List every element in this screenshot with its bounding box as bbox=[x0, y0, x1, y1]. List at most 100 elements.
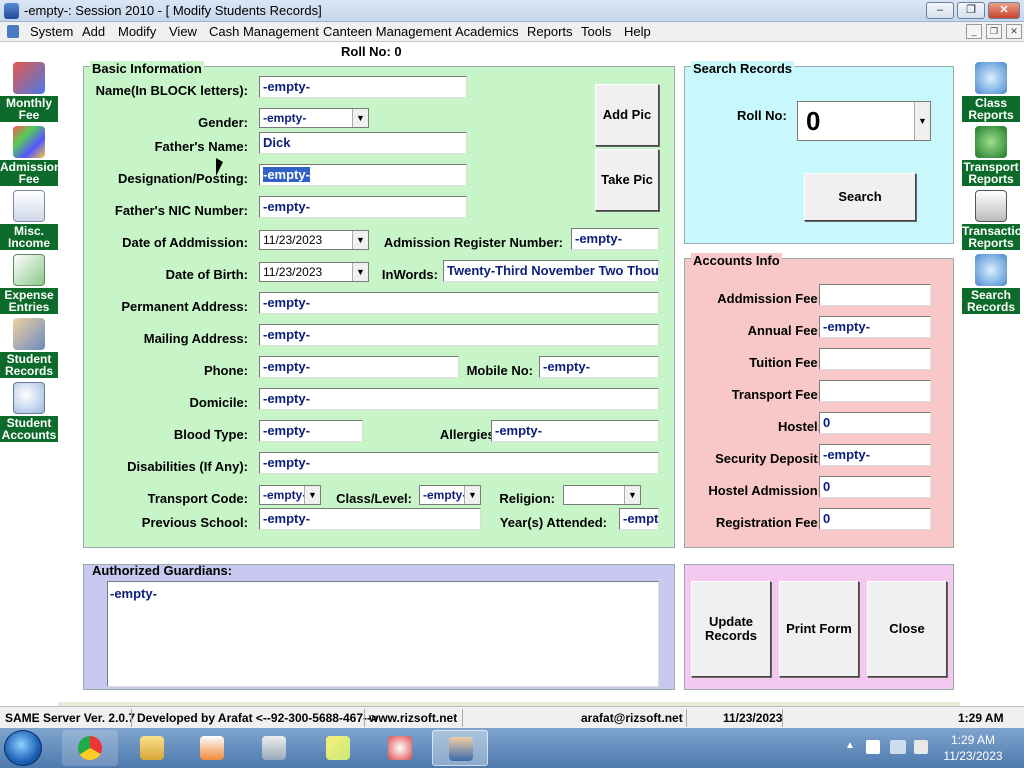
sidebar-student-records[interactable]: Student Records bbox=[0, 316, 58, 378]
menu-cash-management[interactable]: Cash Management bbox=[209, 24, 319, 39]
minimize-button[interactable]: – bbox=[926, 2, 954, 19]
allergies-field[interactable]: -empty- bbox=[491, 420, 659, 442]
sidebar-label: Transaction Reports bbox=[962, 224, 1020, 250]
menu-academics[interactable]: Academics bbox=[455, 24, 519, 39]
hostel-admission-field[interactable]: 0 bbox=[819, 476, 931, 498]
close-window-button[interactable]: ✕ bbox=[988, 2, 1020, 19]
sidebar-label: Class Reports bbox=[962, 96, 1020, 122]
user-chat-icon bbox=[975, 62, 1007, 94]
registration-fee-field[interactable]: 0 bbox=[819, 508, 931, 530]
chevron-down-icon[interactable]: ▼ bbox=[914, 102, 930, 140]
print-form-button[interactable]: Print Form bbox=[779, 581, 859, 677]
guardians-textarea[interactable]: -empty- bbox=[107, 581, 659, 687]
sidebar-search-records[interactable]: Search Records bbox=[962, 252, 1020, 314]
search-button[interactable]: Search bbox=[804, 173, 916, 221]
clock-date: 11/23/2023 bbox=[943, 749, 1003, 763]
blood-type-field[interactable]: -empty- bbox=[259, 420, 363, 442]
taskbar-notes[interactable] bbox=[310, 730, 366, 766]
admission-fee-field[interactable] bbox=[819, 284, 931, 306]
date-of-admission-picker[interactable]: 11/23/2023 ▼ bbox=[259, 230, 369, 250]
menu-help[interactable]: Help bbox=[624, 24, 651, 39]
hostel-admission-label: Hostel Admission: bbox=[708, 483, 822, 498]
chevron-down-icon[interactable]: ▼ bbox=[304, 486, 320, 504]
previous-school-field[interactable]: -empty- bbox=[259, 508, 481, 530]
permanent-address-field[interactable]: -empty- bbox=[259, 292, 659, 314]
menu-modify[interactable]: Modify bbox=[118, 24, 156, 39]
tray-network-icon[interactable] bbox=[890, 740, 906, 754]
annual-fee-field[interactable]: -empty- bbox=[819, 316, 931, 338]
taskbar-media[interactable] bbox=[184, 730, 240, 766]
taskbar-clock[interactable]: 1:29 AM 11/23/2023 bbox=[942, 732, 1004, 764]
maximize-button[interactable]: ❐ bbox=[957, 2, 985, 19]
start-button[interactable] bbox=[4, 730, 42, 766]
registration-fee-label: Registration Fee: bbox=[715, 515, 822, 530]
sidebar-misc-income[interactable]: Misc. Income bbox=[0, 188, 58, 250]
sidebar-monthly-fee[interactable]: Monthly Fee bbox=[0, 60, 58, 122]
inwords-field[interactable]: Twenty-Third November Two Thousand Twent… bbox=[443, 260, 659, 282]
app-icon bbox=[4, 3, 19, 19]
transport-fee-field[interactable] bbox=[819, 380, 931, 402]
gender-label: Gender: bbox=[198, 115, 248, 130]
name-field[interactable]: -empty- bbox=[259, 76, 467, 98]
sticky-notes-icon bbox=[326, 736, 350, 760]
domicile-field[interactable]: -empty- bbox=[259, 388, 659, 410]
chevron-down-icon[interactable]: ▼ bbox=[352, 231, 368, 249]
chevron-down-icon[interactable]: ▼ bbox=[464, 486, 480, 504]
taskbar-chrome[interactable] bbox=[62, 730, 118, 766]
chevron-down-icon[interactable]: ▼ bbox=[352, 109, 368, 127]
menu-canteen-management[interactable]: Canteen Management bbox=[323, 24, 452, 39]
update-records-button[interactable]: Update Records bbox=[691, 581, 771, 677]
hostel-field[interactable]: 0 bbox=[819, 412, 931, 434]
designation-label: Designation/Posting: bbox=[118, 171, 248, 186]
chevron-down-icon[interactable]: ▼ bbox=[624, 486, 640, 504]
taskbar-snipping[interactable] bbox=[372, 730, 428, 766]
mobile-field[interactable]: -empty- bbox=[539, 356, 659, 378]
user-card-icon bbox=[13, 318, 45, 350]
menu-add[interactable]: Add bbox=[82, 24, 105, 39]
class-level-dropdown[interactable]: -empty- ▼ bbox=[419, 485, 481, 505]
menu-tools[interactable]: Tools bbox=[581, 24, 611, 39]
phone-field[interactable]: -empty- bbox=[259, 356, 459, 378]
disabilities-field[interactable]: -empty- bbox=[259, 452, 659, 474]
years-attended-field[interactable]: -empty- bbox=[619, 508, 659, 530]
designation-field[interactable]: -empty- bbox=[259, 164, 467, 186]
mdi-close-button[interactable]: ✕ bbox=[1006, 24, 1022, 39]
taskbar-calculator[interactable] bbox=[246, 730, 302, 766]
tray-expand-icon[interactable]: ▲ bbox=[845, 740, 855, 751]
tuition-fee-label: Tuition Fee: bbox=[749, 355, 822, 370]
sidebar-admission-fee[interactable]: Admission Fee bbox=[0, 124, 58, 186]
mailing-address-field[interactable]: -empty- bbox=[259, 324, 659, 346]
chevron-down-icon[interactable]: ▼ bbox=[352, 263, 368, 281]
search-roll-dropdown[interactable]: 0 ▼ bbox=[797, 101, 931, 141]
date-of-birth-picker[interactable]: 11/23/2023 ▼ bbox=[259, 262, 369, 282]
taskbar-same-app[interactable] bbox=[432, 730, 488, 766]
magnifier-icon bbox=[13, 382, 45, 414]
tray-flag-icon[interactable] bbox=[866, 740, 880, 754]
admission-register-field[interactable]: -empty- bbox=[571, 228, 659, 250]
sidebar-transport-reports[interactable]: Transport Reports bbox=[962, 124, 1020, 186]
close-button[interactable]: Close bbox=[867, 581, 947, 677]
transport-code-dropdown[interactable]: -empty- ▼ bbox=[259, 485, 321, 505]
father-name-field[interactable]: Dick bbox=[259, 132, 467, 154]
system-menu-icon[interactable] bbox=[7, 25, 19, 38]
gender-dropdown[interactable]: -empty- ▼ bbox=[259, 108, 369, 128]
add-pic-button[interactable]: Add Pic bbox=[595, 84, 659, 146]
menu-view[interactable]: View bbox=[169, 24, 197, 39]
date-of-admission-label: Date of Addmission: bbox=[122, 235, 248, 250]
status-time: 1:29 AM bbox=[958, 711, 1004, 725]
mdi-minimize-button[interactable]: _ bbox=[966, 24, 982, 39]
father-nic-field[interactable]: -empty- bbox=[259, 196, 467, 218]
tray-volume-icon[interactable] bbox=[914, 740, 928, 754]
security-deposit-field[interactable]: -empty- bbox=[819, 444, 931, 466]
sidebar-transaction-reports[interactable]: Transaction Reports bbox=[962, 188, 1020, 250]
take-pic-button[interactable]: Take Pic bbox=[595, 149, 659, 211]
tuition-fee-field[interactable] bbox=[819, 348, 931, 370]
mdi-restore-button[interactable]: ❐ bbox=[986, 24, 1002, 39]
sidebar-class-reports[interactable]: Class Reports bbox=[962, 60, 1020, 122]
religion-dropdown[interactable]: ▼ bbox=[563, 485, 641, 505]
taskbar-explorer[interactable] bbox=[124, 730, 180, 766]
sidebar-expense-entries[interactable]: Expense Entries bbox=[0, 252, 58, 314]
menu-reports[interactable]: Reports bbox=[527, 24, 573, 39]
menu-system[interactable]: System bbox=[30, 24, 73, 39]
sidebar-student-accounts[interactable]: Student Accounts bbox=[0, 380, 58, 442]
